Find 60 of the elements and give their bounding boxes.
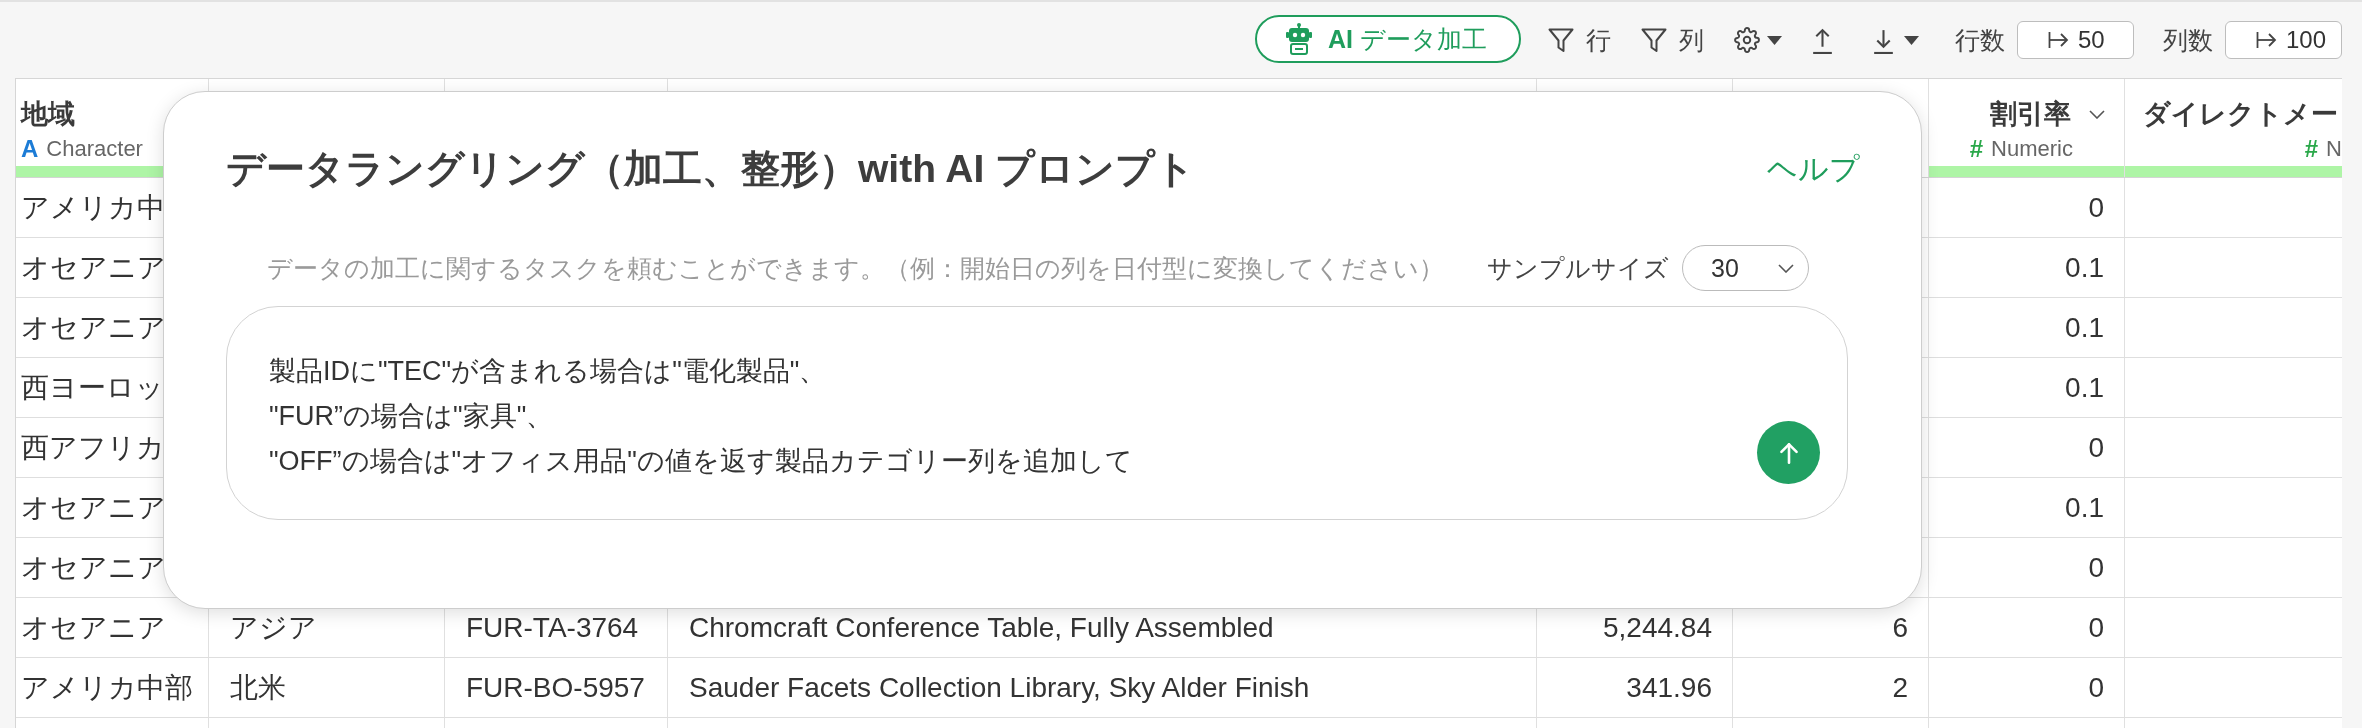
bar-arrow-icon (2048, 31, 2069, 49)
table-cell-text: 0.1 (2064, 490, 2105, 525)
prompt-field[interactable]: 製品IDに"TEC"が含まれる場合は"電化製品"、 "FUR”の場合は"家具"、 "OFF”の場合は"オフィス用品"の値を返す製品カテゴリー列を追加して (226, 306, 1848, 520)
column-count-field[interactable]: 100 (2225, 21, 2342, 59)
bar-arrow-icon (2256, 31, 2277, 49)
table-cell-text: アジア (229, 610, 318, 645)
upload-icon (1812, 26, 1833, 54)
column-type-label: Character (46, 136, 143, 162)
table-cell-text: 0.1 (2064, 250, 2105, 285)
table-cell-text: FUR-BO-5957 (465, 670, 646, 705)
table-cell-text: 5,244.84 (1602, 610, 1713, 645)
table-cell-text: 西ヨーロッ (20, 370, 165, 405)
table-cell-text: 2 (1891, 670, 1909, 705)
dialog-title: データラングリング（加工、整形）with AI プロンプト (226, 146, 1196, 192)
table-cell-text: アメリカ中 (20, 190, 166, 225)
column-title: 割引率 (1990, 98, 2071, 131)
column-filter-button[interactable]: 列 (1641, 23, 1704, 57)
row-count-label: 行数 (1955, 24, 2005, 56)
column-title: 地域 (21, 98, 75, 131)
chevron-down-icon[interactable] (2089, 109, 2105, 119)
caret-icon (1767, 35, 1782, 45)
row-filter-button[interactable]: 行 (1548, 23, 1611, 57)
robot-icon (1286, 23, 1313, 55)
table-cell-text: 0 (2087, 430, 2105, 465)
table-cell-text: アメリカ中部 (20, 670, 194, 705)
table-cell-text: オセアニア (20, 550, 167, 585)
table-cell-text: オセアニア (20, 250, 167, 285)
table-cell-text: 0 (2087, 190, 2105, 225)
type-icon: # (2304, 135, 2319, 163)
column-type-label: Numeric (1991, 136, 2073, 162)
filter-icon (1641, 27, 1667, 53)
table-cell-text: 0 (2087, 550, 2105, 585)
table-cell-text: 0 (2087, 610, 2105, 645)
type-icon: A (21, 135, 39, 163)
table-cell-text: 341.96 (1625, 670, 1713, 705)
description-text: データの加工に関するタスクを頼むことができます。（例：開始日の列を日付型に変換してください） (267, 252, 1444, 284)
table-cell-text: 0.1 (2064, 310, 2105, 345)
table-cell-text: Sauder Facets Collection Library, Sky Alder Finish (688, 670, 1311, 705)
chevron-down-icon (1778, 263, 1794, 273)
settings-icon (1734, 27, 1760, 53)
column-title: ダイレクトメー (2143, 98, 2338, 131)
table-cell-text: 北米 (229, 670, 287, 705)
caret-icon (1904, 35, 1919, 45)
upload-button[interactable] (1812, 26, 1833, 54)
table-cell-text: Chromcraft Conference Table, Fully Assembled (688, 610, 1275, 645)
row-count-field[interactable]: 50 (2017, 21, 2134, 59)
sample-size-label: サンプルサイズ (1487, 252, 1669, 284)
column-type-label: N (2326, 136, 2342, 162)
table-cell-text: オセアニア (20, 610, 167, 645)
table-cell-text: オセアニア (20, 310, 167, 345)
table-cell-text: オセアニア (20, 490, 167, 525)
type-icon: # (1969, 135, 1984, 163)
table-cell-text: 西アフリカ (20, 430, 166, 465)
table-cell-text: FUR-TA-3764 (465, 610, 640, 645)
settings-button[interactable] (1734, 27, 1782, 53)
table-cell-text: 0.1 (2064, 370, 2105, 405)
column-count-label: 列数 (2163, 24, 2213, 56)
table-cell-text: 0 (2087, 670, 2105, 705)
filter-icon (1548, 27, 1574, 53)
table-cell-text: 6 (1891, 610, 1909, 645)
